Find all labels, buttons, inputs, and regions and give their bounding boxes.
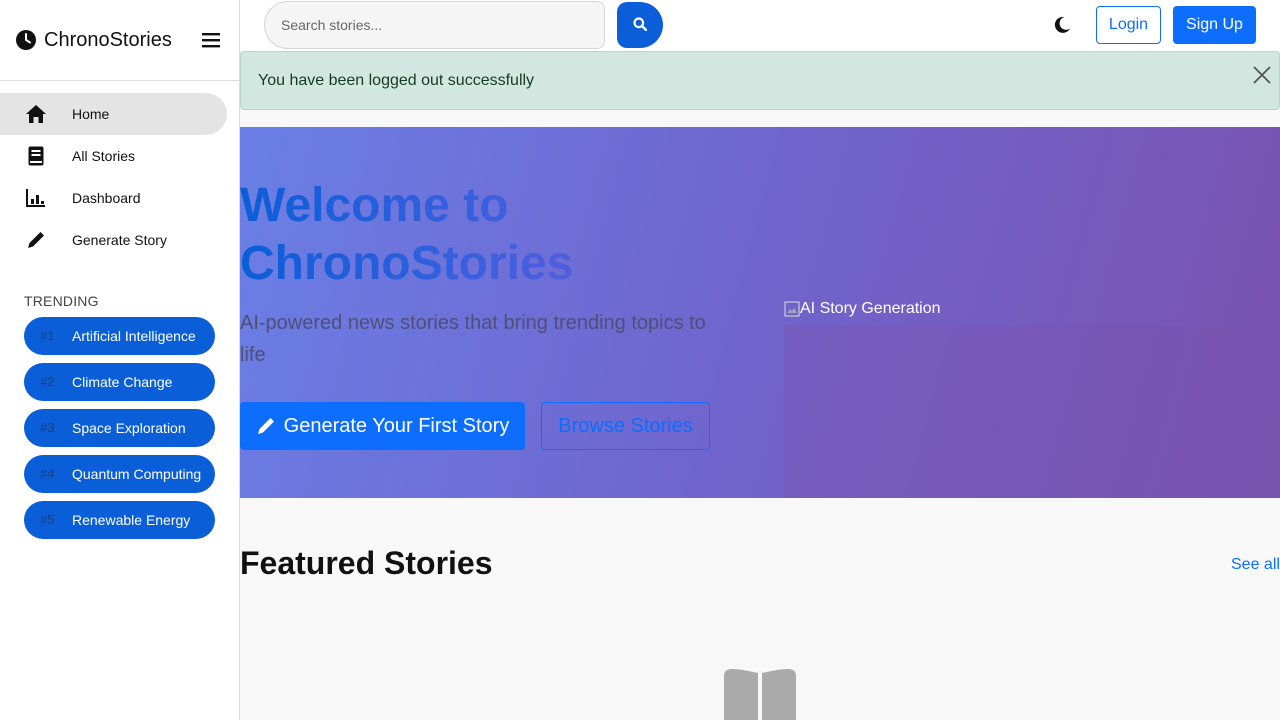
trending-label: Renewable Energy xyxy=(72,512,191,528)
sidebar-item-label: Generate Story xyxy=(72,232,167,248)
trending-rank: #2 xyxy=(40,374,55,389)
trending-rank: #4 xyxy=(40,466,55,481)
trending-label: Climate Change xyxy=(72,374,173,390)
moon-icon[interactable] xyxy=(1050,13,1074,37)
logout-alert: You have been logged out successfully xyxy=(240,51,1280,110)
hero-title: Welcome to ChronoStories xyxy=(240,177,720,293)
brand-bar: ChronoStories xyxy=(0,0,239,81)
trending-label: Space Exploration xyxy=(72,420,186,436)
login-button[interactable]: Login xyxy=(1096,6,1161,44)
trending-label: Artificial Intelligence xyxy=(72,328,196,344)
see-all-link[interactable]: See all xyxy=(1231,556,1280,574)
broken-image-icon xyxy=(784,301,800,317)
hero-section: Welcome to ChronoStories AI-powered news… xyxy=(240,127,1280,498)
trending-item[interactable]: #3 Space Exploration xyxy=(24,409,215,447)
trending-rank: #5 xyxy=(40,512,55,527)
search-input[interactable] xyxy=(264,1,605,49)
sidebar-item-all-stories[interactable]: All Stories xyxy=(0,135,227,177)
hero-image: AI Story Generation xyxy=(784,300,941,318)
open-book-icon xyxy=(722,668,798,720)
sidebar-item-generate-story[interactable]: Generate Story xyxy=(0,219,227,261)
top-bar: Login Sign Up xyxy=(240,0,1280,51)
sidebar: ChronoStories Home All Stories Dashboard… xyxy=(0,0,240,720)
book-icon xyxy=(24,144,48,168)
trending-heading: TRENDING xyxy=(24,293,99,309)
search-group xyxy=(264,1,663,49)
hero-subtitle: AI-powered news stories that bring trend… xyxy=(240,312,706,366)
chart-icon xyxy=(24,186,48,210)
trending-rank: #3 xyxy=(40,420,55,435)
sidebar-nav: Home All Stories Dashboard Generate Stor… xyxy=(0,81,239,261)
sidebar-item-home[interactable]: Home xyxy=(0,93,227,135)
brand-name[interactable]: ChronoStories xyxy=(44,29,199,52)
pen-icon xyxy=(24,228,48,252)
sidebar-item-label: All Stories xyxy=(72,148,136,164)
featured-heading: Featured Stories xyxy=(240,545,493,581)
home-icon xyxy=(24,102,48,126)
trending-item[interactable]: #2 Climate Change xyxy=(24,363,215,401)
trending-rank: #1 xyxy=(40,328,55,343)
clock-icon xyxy=(16,30,36,50)
trending-label: Quantum Computing xyxy=(72,466,202,482)
trending-item[interactable]: #5 Renewable Energy xyxy=(24,501,215,539)
sidebar-item-dashboard[interactable]: Dashboard xyxy=(0,177,227,219)
pen-icon xyxy=(256,416,276,436)
trending-item[interactable]: #4 Quantum Computing xyxy=(24,455,215,493)
sidebar-item-label: Dashboard xyxy=(72,190,141,206)
signup-button[interactable]: Sign Up xyxy=(1173,6,1256,44)
search-icon xyxy=(633,16,648,34)
generate-first-story-button[interactable]: Generate Your First Story xyxy=(240,402,525,450)
search-button[interactable] xyxy=(617,2,663,48)
hamburger-icon[interactable] xyxy=(199,28,223,52)
trending-item[interactable]: #1 Artificial Intelligence xyxy=(24,317,215,355)
hero-image-band xyxy=(784,325,1280,498)
trending-list: #1 Artificial Intelligence #2 Climate Ch… xyxy=(0,309,239,539)
close-icon[interactable] xyxy=(1251,64,1273,86)
browse-stories-button[interactable]: Browse Stories xyxy=(541,402,710,450)
hero-image-alt: AI Story Generation xyxy=(800,300,941,317)
sidebar-item-label: Home xyxy=(72,106,110,122)
button-label: Generate Your First Story xyxy=(283,414,510,437)
alert-message: You have been logged out successfully xyxy=(258,71,535,89)
